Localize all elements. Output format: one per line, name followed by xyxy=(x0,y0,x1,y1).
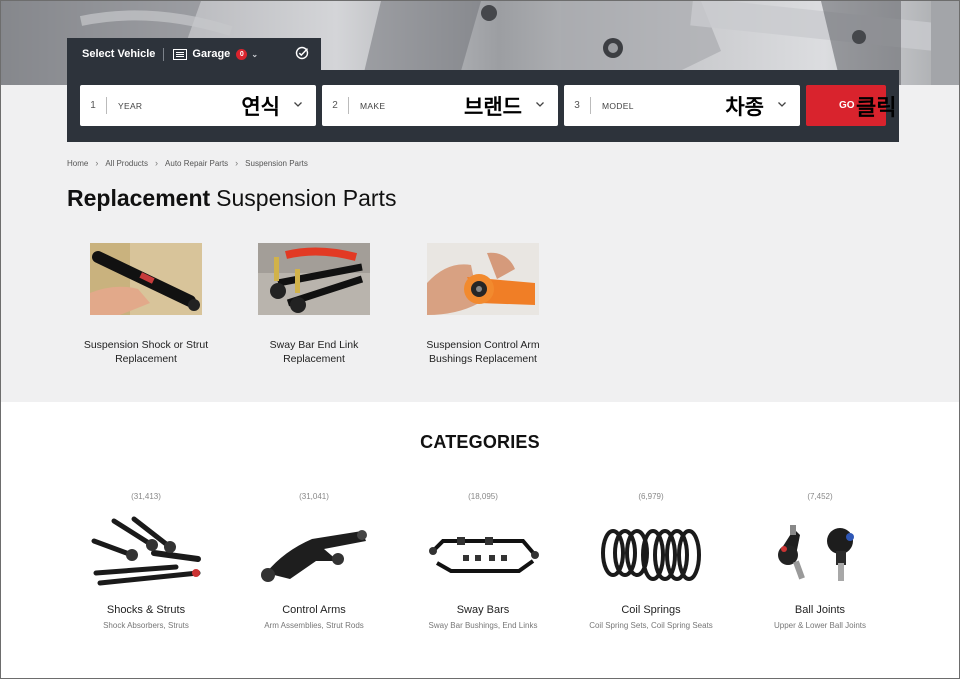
caption-line-2: Bushings Replacement xyxy=(429,353,537,365)
featured-caption: Suspension Shock or Strut Replacement xyxy=(61,338,231,366)
category-name: Ball Joints xyxy=(794,604,846,616)
category-sway-bars[interactable]: (18,095) Sway Bars Sway Bar Bushings, En… xyxy=(398,492,568,630)
breadcrumb-all-products[interactable]: All Products xyxy=(105,159,148,168)
breadcrumb-current: Suspension Parts xyxy=(245,158,308,168)
category-name: Shocks & Struts xyxy=(106,604,186,616)
year-step-number: 1 xyxy=(90,100,96,111)
caption-line-1: Suspension Shock or Strut xyxy=(83,339,209,351)
categories-heading: CATEGORIES xyxy=(420,432,540,452)
featured-item-control-arm-bushings[interactable]: Suspension Control Arm Bushings Replacem… xyxy=(398,243,568,366)
make-overlay-text: 브랜드 xyxy=(464,95,522,119)
category-subtitle: Arm Assemblies, Strut Rods xyxy=(264,621,364,630)
vehicle-selector-bar: 1 YEAR 연식 2 MAKE 브랜드 3 MODEL 차종 GO xyxy=(67,70,899,142)
shocks-struts-image xyxy=(91,516,201,586)
model-step-number: 3 xyxy=(574,100,580,111)
chevron-down-icon xyxy=(536,102,544,107)
category-subtitle: Upper & Lower Ball Joints xyxy=(773,621,867,630)
garage-button[interactable]: Garage 0 ⌄ xyxy=(173,48,258,60)
check-circle-icon[interactable] xyxy=(295,46,309,60)
page-title-light: Suspension Parts xyxy=(216,185,397,211)
select-vehicle-label: Select Vehicle xyxy=(82,48,156,60)
page-title-bold: Replacement xyxy=(67,185,211,211)
year-overlay-text: 연식 xyxy=(241,95,280,119)
vehicle-selector-tab: Select Vehicle Garage 0 ⌄ xyxy=(67,38,321,70)
ball-joint-image xyxy=(778,525,854,581)
category-count: (18,095) xyxy=(468,492,498,501)
category-shocks-struts[interactable]: (31,413) Shocks & Struts Shock Absorbers… xyxy=(61,492,231,630)
category-coil-springs[interactable]: (6,979) Coil Springs Coil Spring Sets, C… xyxy=(566,492,736,630)
go-button-label: GO xyxy=(839,100,855,111)
go-overlay-text: 클릭 xyxy=(856,96,897,121)
year-select[interactable]: 1 YEAR 연식 xyxy=(80,85,316,126)
caption-line-1: Sway Bar End Link xyxy=(269,339,359,351)
featured-item-sway-bar-link[interactable]: Sway Bar End Link Replacement xyxy=(229,243,399,366)
featured-caption: Sway Bar End Link Replacement xyxy=(229,338,399,366)
category-subtitle: Coil Spring Sets, Coil Spring Seats xyxy=(589,621,713,630)
category-subtitle: Sway Bar Bushings, End Links xyxy=(428,621,538,630)
shock-strut-photo xyxy=(90,243,202,315)
category-count: (7,452) xyxy=(807,492,833,501)
featured-item-shock-strut[interactable]: Suspension Shock or Strut Replacement xyxy=(61,243,231,366)
caption-line-1: Suspension Control Arm xyxy=(426,339,540,351)
chevron-right-icon: › xyxy=(155,158,159,168)
control-arm-image xyxy=(261,530,367,582)
chevron-down-icon: ⌄ xyxy=(251,49,259,59)
category-count: (6,979) xyxy=(638,492,664,501)
chevron-right-icon: › xyxy=(95,158,99,168)
category-name: Coil Springs xyxy=(621,604,681,616)
category-count: (31,413) xyxy=(131,492,161,501)
make-label: MAKE xyxy=(360,100,386,111)
chevron-down-icon xyxy=(778,102,786,107)
sway-bar-image xyxy=(429,537,539,573)
control-arm-bushing-photo xyxy=(427,243,539,315)
category-ball-joints[interactable]: (7,452) Ball Joints Upper & Lower Ball J… xyxy=(735,492,905,630)
garage-label: Garage xyxy=(192,48,231,60)
category-subtitle: Shock Absorbers, Struts xyxy=(103,621,189,630)
chevron-right-icon: › xyxy=(235,158,239,168)
garage-count-badge: 0 xyxy=(236,48,248,60)
year-divider xyxy=(106,97,107,114)
featured-caption: Suspension Control Arm Bushings Replacem… xyxy=(398,338,568,366)
breadcrumb: Home › All Products › Auto Repair Parts … xyxy=(67,158,308,168)
make-select[interactable]: 2 MAKE 브랜드 xyxy=(322,85,558,126)
chevron-down-icon xyxy=(294,102,302,107)
sway-bar-link-photo xyxy=(258,243,370,315)
page-title: Replacement Suspension Parts xyxy=(67,185,396,212)
coil-spring-image xyxy=(601,529,701,581)
model-select[interactable]: 3 MODEL 차종 xyxy=(564,85,800,126)
make-step-number: 2 xyxy=(332,100,338,111)
breadcrumb-home[interactable]: Home xyxy=(67,159,88,168)
category-count: (31,041) xyxy=(299,492,329,501)
breadcrumb-auto-repair-parts[interactable]: Auto Repair Parts xyxy=(165,159,228,168)
model-label: MODEL xyxy=(602,100,634,111)
garage-icon xyxy=(173,48,188,60)
category-name: Sway Bars xyxy=(456,604,510,616)
caption-line-2: Replacement xyxy=(283,353,345,365)
tab-divider xyxy=(163,47,165,61)
model-divider xyxy=(590,97,591,114)
make-divider xyxy=(348,97,349,114)
model-overlay-text: 차종 xyxy=(725,95,764,119)
category-name: Control Arms xyxy=(282,604,346,616)
year-label: YEAR xyxy=(118,100,143,111)
caption-line-2: Replacement xyxy=(115,353,177,365)
category-control-arms[interactable]: (31,041) Control Arms Arm Assemblies, St… xyxy=(229,492,399,630)
page-frame: Select Vehicle Garage 0 ⌄ 1 YEAR 연식 2 MA… xyxy=(0,0,960,679)
